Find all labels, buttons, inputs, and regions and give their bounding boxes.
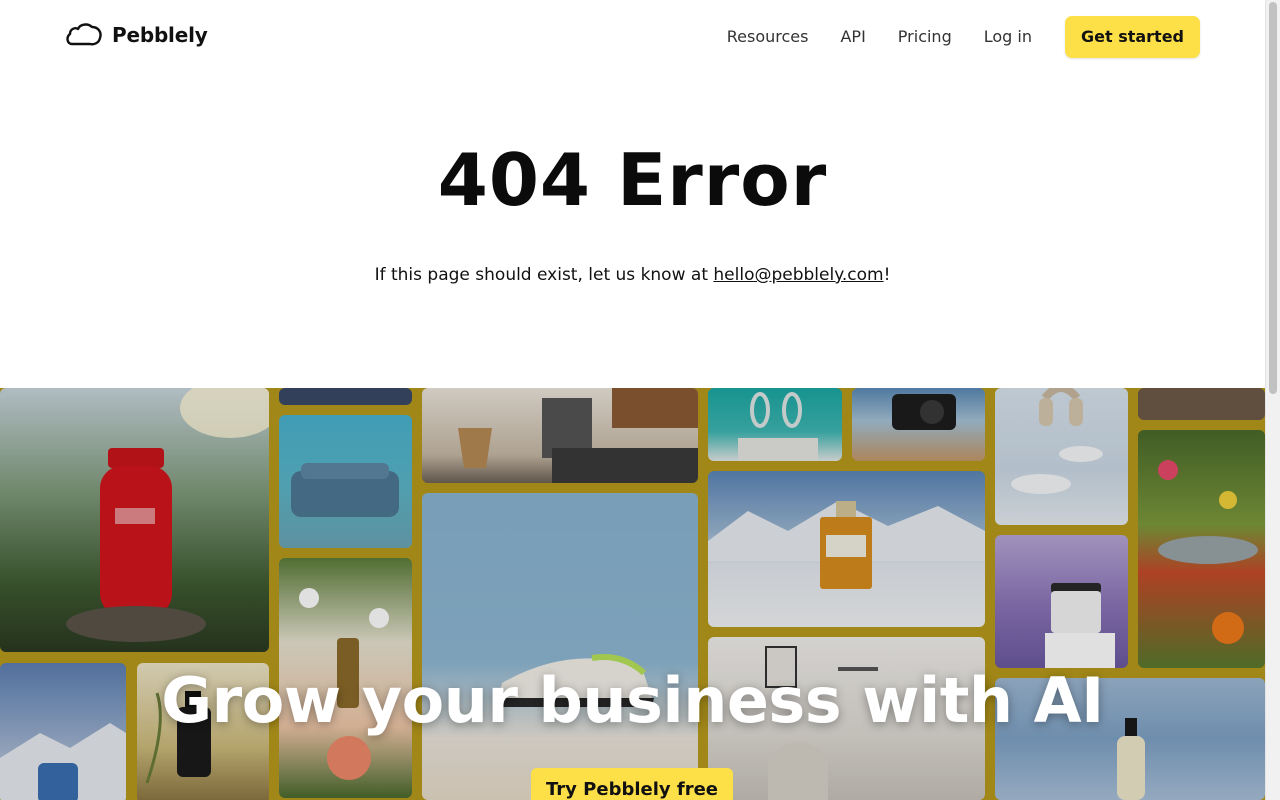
earrings-graphic (738, 392, 818, 461)
error-message-text: If this page should exist, let us know a… (374, 265, 714, 285)
lavender-jar-image (995, 535, 1128, 668)
main-nav: Resources API Pricing Log in Get started (727, 16, 1200, 58)
page-scrollbar[interactable] (1265, 0, 1280, 800)
brand-name: Pebblely (112, 23, 208, 47)
nav-login[interactable]: Log in (984, 16, 1032, 58)
perfume-bottle-graphic (708, 501, 985, 589)
logo[interactable]: Pebblely (66, 22, 208, 48)
interior-graphic (458, 388, 698, 483)
camera-graphic (892, 394, 956, 430)
contact-email-link[interactable]: hello@pebblely.com (713, 265, 883, 285)
headphones-image (995, 388, 1128, 525)
pebble-icon (66, 23, 102, 46)
garden-bracelet-image (1138, 430, 1265, 668)
scrollbar-thumb[interactable] (1269, 2, 1277, 394)
headphones-graphic (1011, 388, 1103, 494)
jar-graphic (1045, 583, 1115, 668)
garden-graphic (1158, 460, 1258, 644)
people-image (1138, 388, 1265, 420)
hero-section: Grow your business with AI Try Pebblely … (0, 388, 1265, 800)
nav-api[interactable]: API (840, 16, 865, 58)
skincare-bottle-image (0, 388, 269, 652)
grill-pot-image (279, 415, 412, 548)
camera-image (852, 388, 985, 461)
page-title: 404 Error (437, 138, 828, 222)
error-message-suffix: ! (883, 265, 891, 285)
sneaker-image (422, 493, 698, 800)
error-message: If this page should exist, let us know a… (0, 265, 1265, 285)
blue-jacket-image (279, 388, 412, 405)
nav-resources[interactable]: Resources (727, 16, 809, 58)
grill-graphic (291, 463, 399, 517)
interior-plant-image (422, 388, 698, 483)
skincare-bottle-graphic (66, 388, 269, 642)
try-free-button[interactable]: Try Pebblely free (531, 768, 733, 800)
earrings-image (708, 388, 842, 461)
hero-title: Grow your business with AI (161, 664, 1104, 737)
site-header: Pebblely Resources API Pricing Log in Ge… (0, 0, 1265, 76)
sneaker-graphic (497, 654, 654, 707)
chanel-perfume-image (708, 471, 985, 627)
nav-pricing[interactable]: Pricing (898, 16, 952, 58)
get-started-button[interactable]: Get started (1064, 16, 1200, 58)
